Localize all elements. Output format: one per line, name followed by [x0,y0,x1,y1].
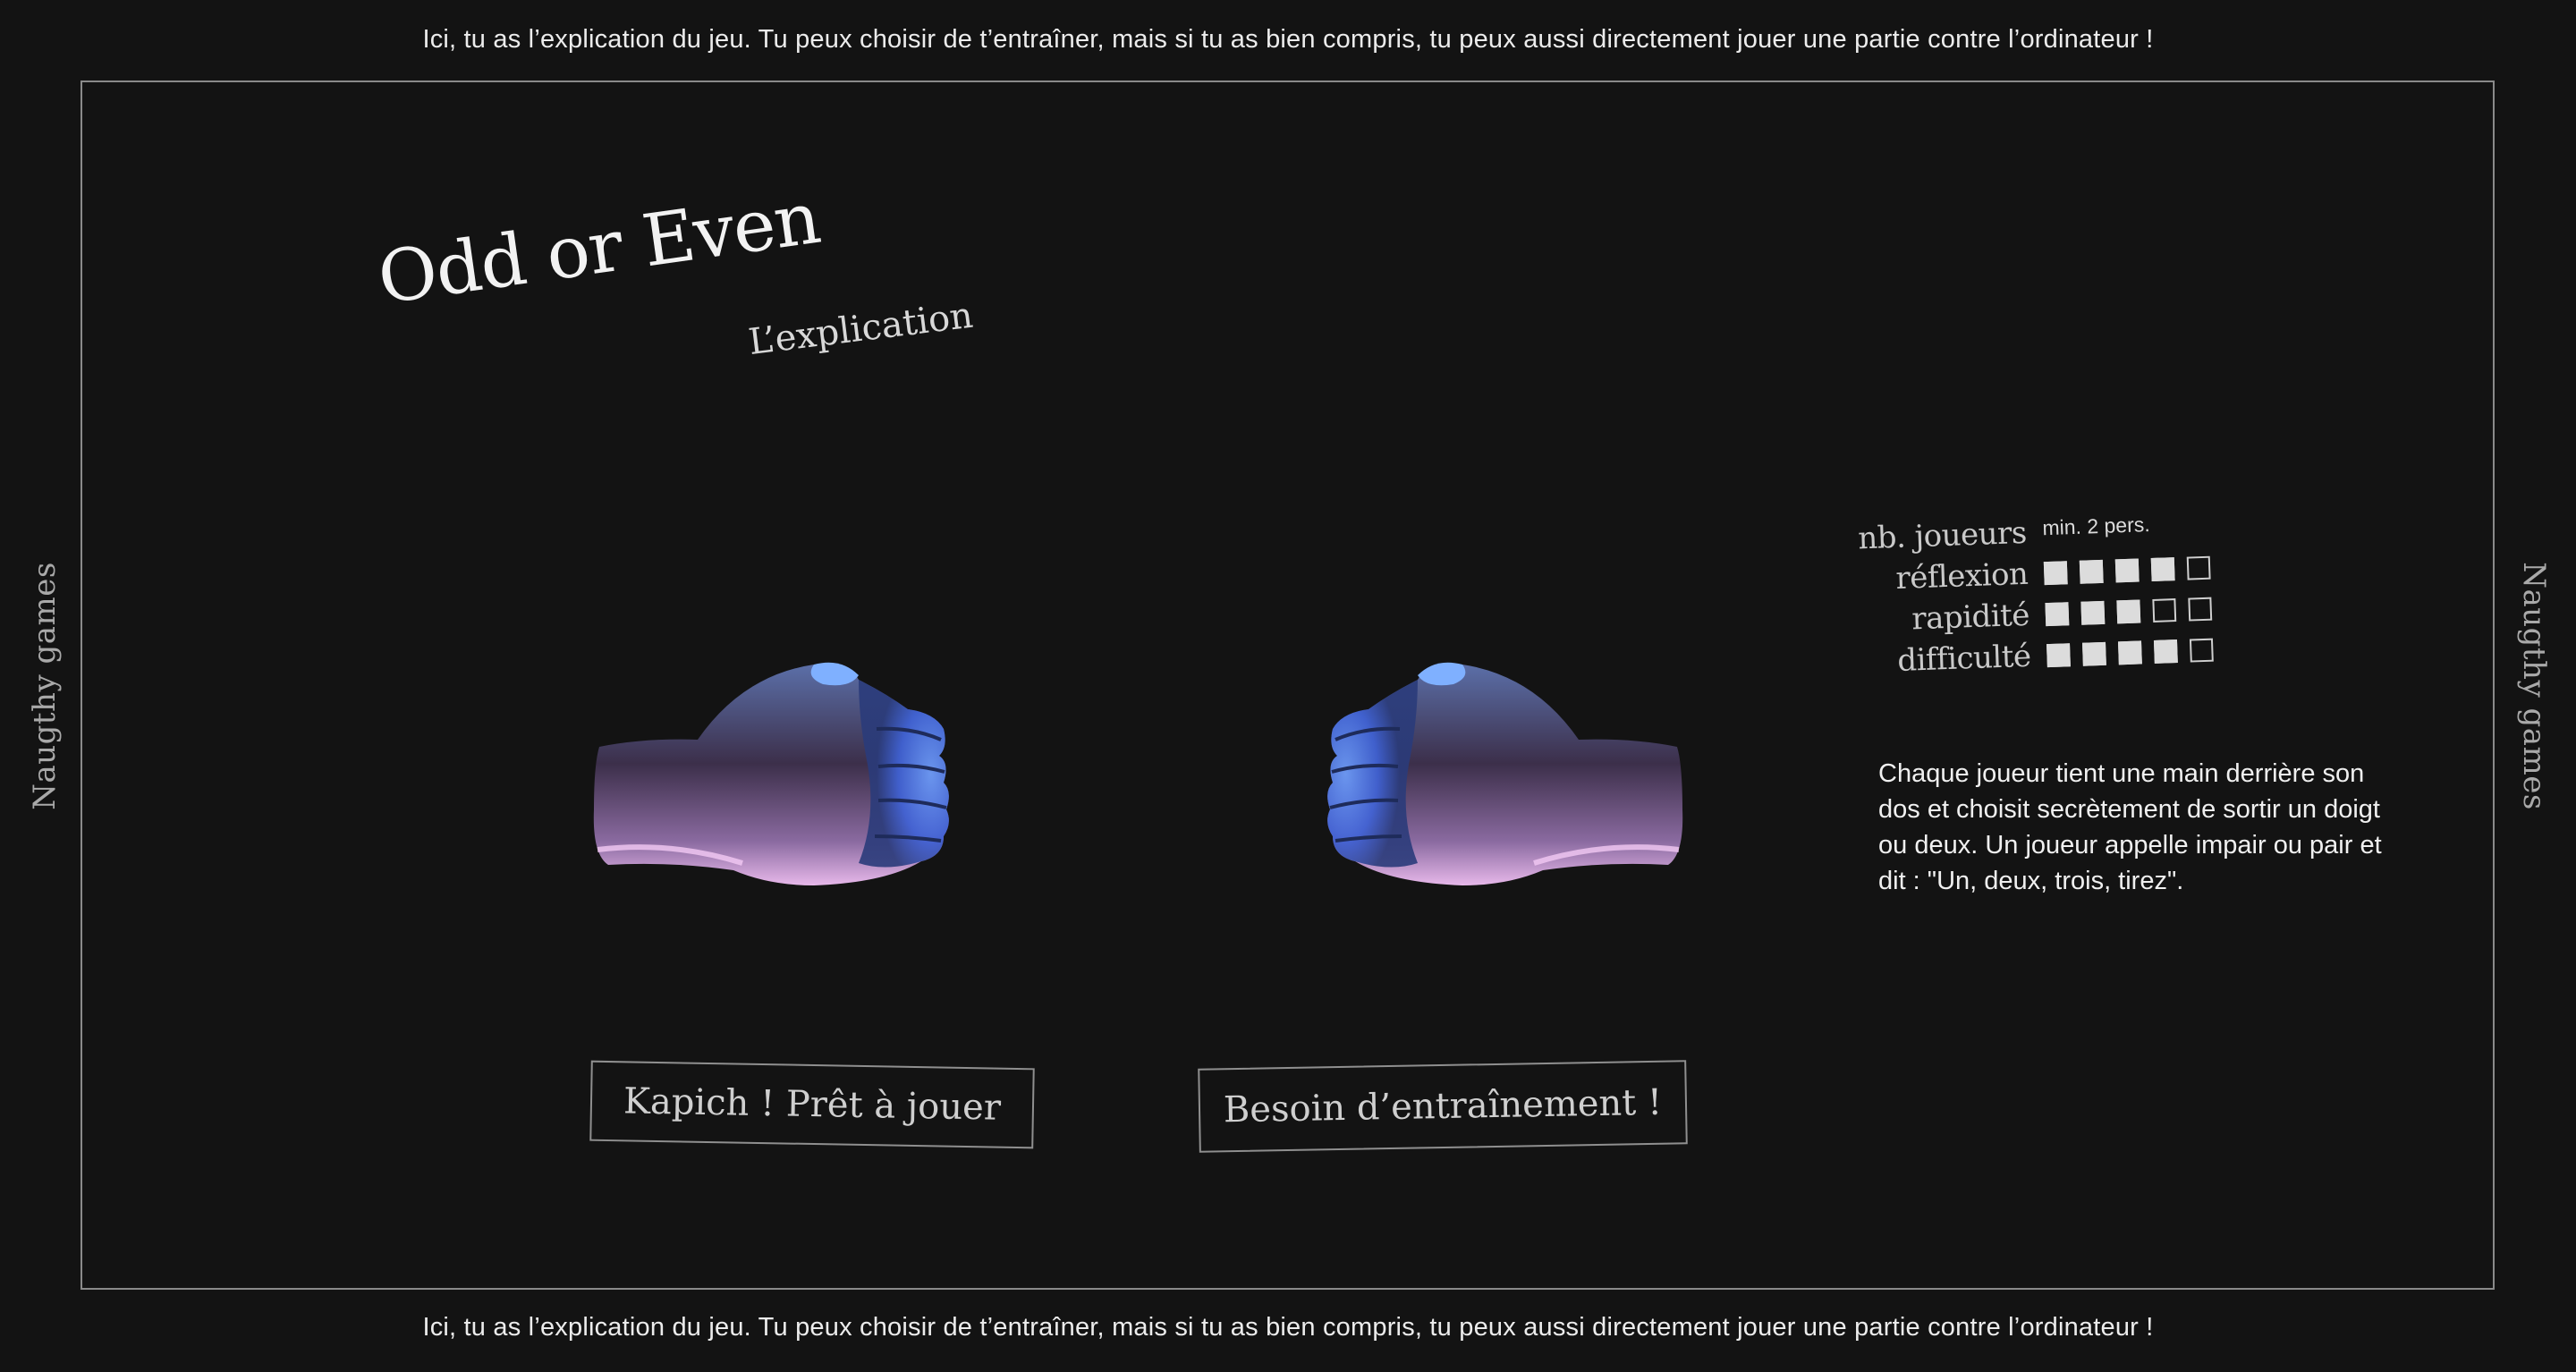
rating-square-empty [2186,555,2211,580]
training-button[interactable]: Besoin d’entraînement ! [1198,1060,1688,1153]
page: Ici, tu as l’explication du jeu. Tu peux… [0,0,2576,1372]
rating-square-filled [2117,640,2142,665]
play-button[interactable]: Kapich ! Prêt à jouer [589,1060,1035,1149]
rating-square-empty [2189,638,2214,663]
rating-square-filled [2114,558,2140,583]
left-fist-icon [593,662,949,885]
rating-reflexion [2043,555,2211,586]
stat-value-players: min. 2 pers. [2042,512,2151,539]
rating-square-filled [2082,641,2106,666]
stat-label-reflexion: réflexion [1894,555,2029,597]
stat-label-rapidite: rapidité [1911,597,2030,638]
rating-square-filled [2043,561,2068,586]
rating-square-empty [2152,598,2177,622]
rating-square-filled [2045,602,2070,627]
intro-text-bottom: Ici, tu as l’explication du jeu. Tu peux… [422,1313,2154,1342]
right-fist-icon [1327,662,1683,885]
rating-square-filled [2079,559,2104,584]
rating-square-filled [2153,639,2178,664]
rating-difficulte [2046,638,2214,668]
game-stats: nb. joueurs min. 2 pers. réflexion rapid… [1843,506,2214,683]
rating-rapidite [2045,597,2213,627]
stat-label-players: nb. joueurs [1857,514,2028,557]
rating-square-filled [2116,599,2141,624]
rating-square-filled [2046,643,2071,668]
rating-square-filled [2080,600,2106,625]
rating-square-empty [2188,597,2213,622]
side-label-right: Naugthy games [2516,562,2552,810]
stat-label-difficulte: difficulté [1896,638,2032,679]
game-description: Chaque joueur tient une main derrière so… [1878,759,2382,895]
intro-text-top: Ici, tu as l’explication du jeu. Tu peux… [422,25,2154,54]
side-label-left: Naugthy games [27,562,63,810]
rating-square-filled [2150,557,2175,581]
